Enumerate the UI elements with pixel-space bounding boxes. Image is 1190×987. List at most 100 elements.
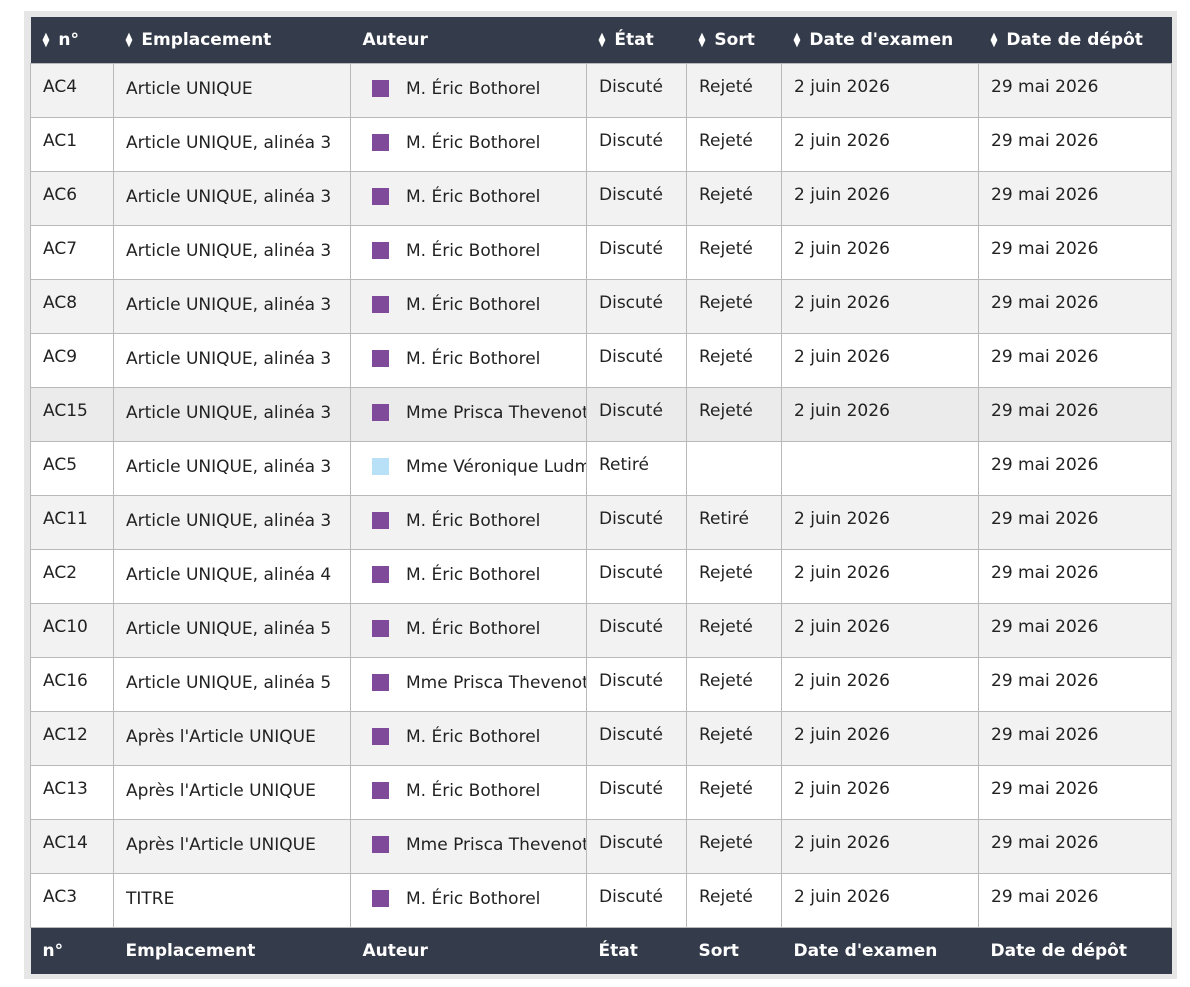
cell-num: AC14 [30,819,114,874]
author-name: M. Éric Bothorel [406,79,541,99]
cell-deposit-date: 29 mai 2026 [978,819,1172,874]
cell-exam-date: 2 juin 2026 [781,873,979,928]
cell-num: AC4 [30,63,114,118]
cell-deposit-date: 29 mai 2026 [978,441,1172,496]
cell-fate: Rejeté [686,711,782,766]
header-num[interactable]: ⧫ n° [30,17,114,64]
table-row[interactable]: AC14 Après l'Article UNIQUE Mme Prisca The… [30,819,1172,874]
cell-author: M. Éric Bothorel [350,63,587,118]
cell-num: AC11 [30,495,114,550]
author-name: M. Éric Bothorel [406,187,541,207]
table-row[interactable]: AC5 Article UNIQUE, alinéa 3 Mme Véronique… [30,441,1172,496]
group-color-swatch [372,674,389,691]
cell-num: AC2 [30,549,114,604]
author-name: M. Éric Bothorel [406,349,541,369]
author-name: M. Éric Bothorel [406,619,541,639]
cell-fate: Rejeté [686,225,782,280]
cell-location: Article UNIQUE, alinéa 5 [113,657,351,712]
table-header: ⧫ n° ⧫ Emplacement Auteur ⧫ État ⧫ Sort ⧫ Dat… [30,17,1172,64]
table-row[interactable]: AC8 Article UNIQUE, alinéa 3 M. Éric Botho… [30,279,1172,334]
cell-fate: Rejeté [686,279,782,334]
header-fate[interactable]: ⧫ Sort [686,17,782,64]
cell-exam-date: 2 juin 2026 [781,225,979,280]
cell-state: Discuté [586,603,687,658]
cell-author: Mme Prisca Thevenot [350,819,587,874]
cell-num: AC5 [30,441,114,496]
header-deposit-date[interactable]: ⧫ Date de dépôt [978,17,1172,64]
author-name: M. Éric Bothorel [406,781,541,801]
cell-fate: Rejeté [686,63,782,118]
cell-state: Discuté [586,333,687,388]
table-row[interactable]: AC16 Article UNIQUE, alinéa 5 Mme Prisca T… [30,657,1172,712]
table-row[interactable]: AC12 Après l'Article UNIQUE M. Éric Bothor… [30,711,1172,766]
footer-state: État [586,927,687,974]
cell-author: M. Éric Bothorel [350,495,587,550]
cell-state: Discuté [586,765,687,820]
cell-deposit-date: 29 mai 2026 [978,765,1172,820]
table-row[interactable]: AC2 Article UNIQUE, alinéa 4 M. Éric Botho… [30,549,1172,604]
header-state[interactable]: ⧫ État [586,17,687,64]
footer-author: Auteur [350,927,587,974]
cell-fate [686,441,782,496]
table-row[interactable]: AC13 Après l'Article UNIQUE M. Éric Bothor… [30,765,1172,820]
author-name: M. Éric Bothorel [406,889,541,909]
sort-icon: ⧫ [125,32,133,48]
footer-num: n° [30,927,114,974]
header-exam-date[interactable]: ⧫ Date d'examen [781,17,979,64]
cell-exam-date: 2 juin 2026 [781,549,979,604]
group-color-swatch [372,350,389,367]
cell-fate: Rejeté [686,873,782,928]
group-color-swatch [372,728,389,745]
cell-deposit-date: 29 mai 2026 [978,549,1172,604]
table-row[interactable]: AC1 Article UNIQUE, alinéa 3 M. Éric Botho… [30,117,1172,172]
cell-state: Discuté [586,387,687,442]
table-row[interactable]: AC9 Article UNIQUE, alinéa 3 M. Éric Botho… [30,333,1172,388]
cell-deposit-date: 29 mai 2026 [978,495,1172,550]
cell-author: M. Éric Bothorel [350,873,587,928]
footer-fate: Sort [686,927,782,974]
cell-deposit-date: 29 mai 2026 [978,711,1172,766]
table-row[interactable]: AC15 Article UNIQUE, alinéa 3 Mme Prisca T… [30,387,1172,442]
group-color-swatch [372,512,389,529]
cell-location: Article UNIQUE, alinéa 3 [113,171,351,226]
cell-location: TITRE [113,873,351,928]
cell-location: Article UNIQUE, alinéa 3 [113,279,351,334]
table-row[interactable]: AC4 Article UNIQUE M. Éric Bothorel Discuté… [30,63,1172,118]
author-name: M. Éric Bothorel [406,511,541,531]
table-row[interactable]: AC6 Article UNIQUE, alinéa 3 M. Éric Botho… [30,171,1172,226]
group-color-swatch [372,296,389,313]
group-color-swatch [372,134,389,151]
cell-exam-date: 2 juin 2026 [781,657,979,712]
group-color-swatch [372,458,389,475]
cell-author: Mme Véronique Ludmila [350,441,587,496]
cell-author: M. Éric Bothorel [350,225,587,280]
cell-deposit-date: 29 mai 2026 [978,225,1172,280]
table-row[interactable]: AC7 Article UNIQUE, alinéa 3 M. Éric Botho… [30,225,1172,280]
cell-fate: Rejeté [686,333,782,388]
table-row[interactable]: AC10 Article UNIQUE, alinéa 5 M. Éric Both… [30,603,1172,658]
group-color-swatch [372,782,389,799]
group-color-swatch [372,188,389,205]
sort-icon: ⧫ [990,32,998,48]
cell-location: Après l'Article UNIQUE [113,765,351,820]
cell-author: M. Éric Bothorel [350,117,587,172]
cell-state: Discuté [586,117,687,172]
amendments-table: ⧫ n° ⧫ Emplacement Auteur ⧫ État ⧫ Sort ⧫ Dat… [30,17,1172,974]
cell-state: Discuté [586,819,687,874]
table-row[interactable]: AC3 TITRE M. Éric Bothorel Discuté Rejeté 2 j… [30,873,1172,928]
cell-deposit-date: 29 mai 2026 [978,873,1172,928]
cell-deposit-date: 29 mai 2026 [978,279,1172,334]
cell-state: Discuté [586,711,687,766]
cell-fate: Rejeté [686,549,782,604]
header-location[interactable]: ⧫ Emplacement [113,17,351,64]
cell-num: AC8 [30,279,114,334]
cell-deposit-date: 29 mai 2026 [978,333,1172,388]
author-name: Mme Prisca Thevenot [406,835,587,855]
cell-location: Après l'Article UNIQUE [113,711,351,766]
table-row[interactable]: AC11 Article UNIQUE, alinéa 3 M. Éric Both… [30,495,1172,550]
cell-num: AC16 [30,657,114,712]
cell-location: Article UNIQUE, alinéa 3 [113,117,351,172]
cell-author: M. Éric Bothorel [350,171,587,226]
group-color-swatch [372,890,389,907]
cell-location: Article UNIQUE, alinéa 3 [113,225,351,280]
